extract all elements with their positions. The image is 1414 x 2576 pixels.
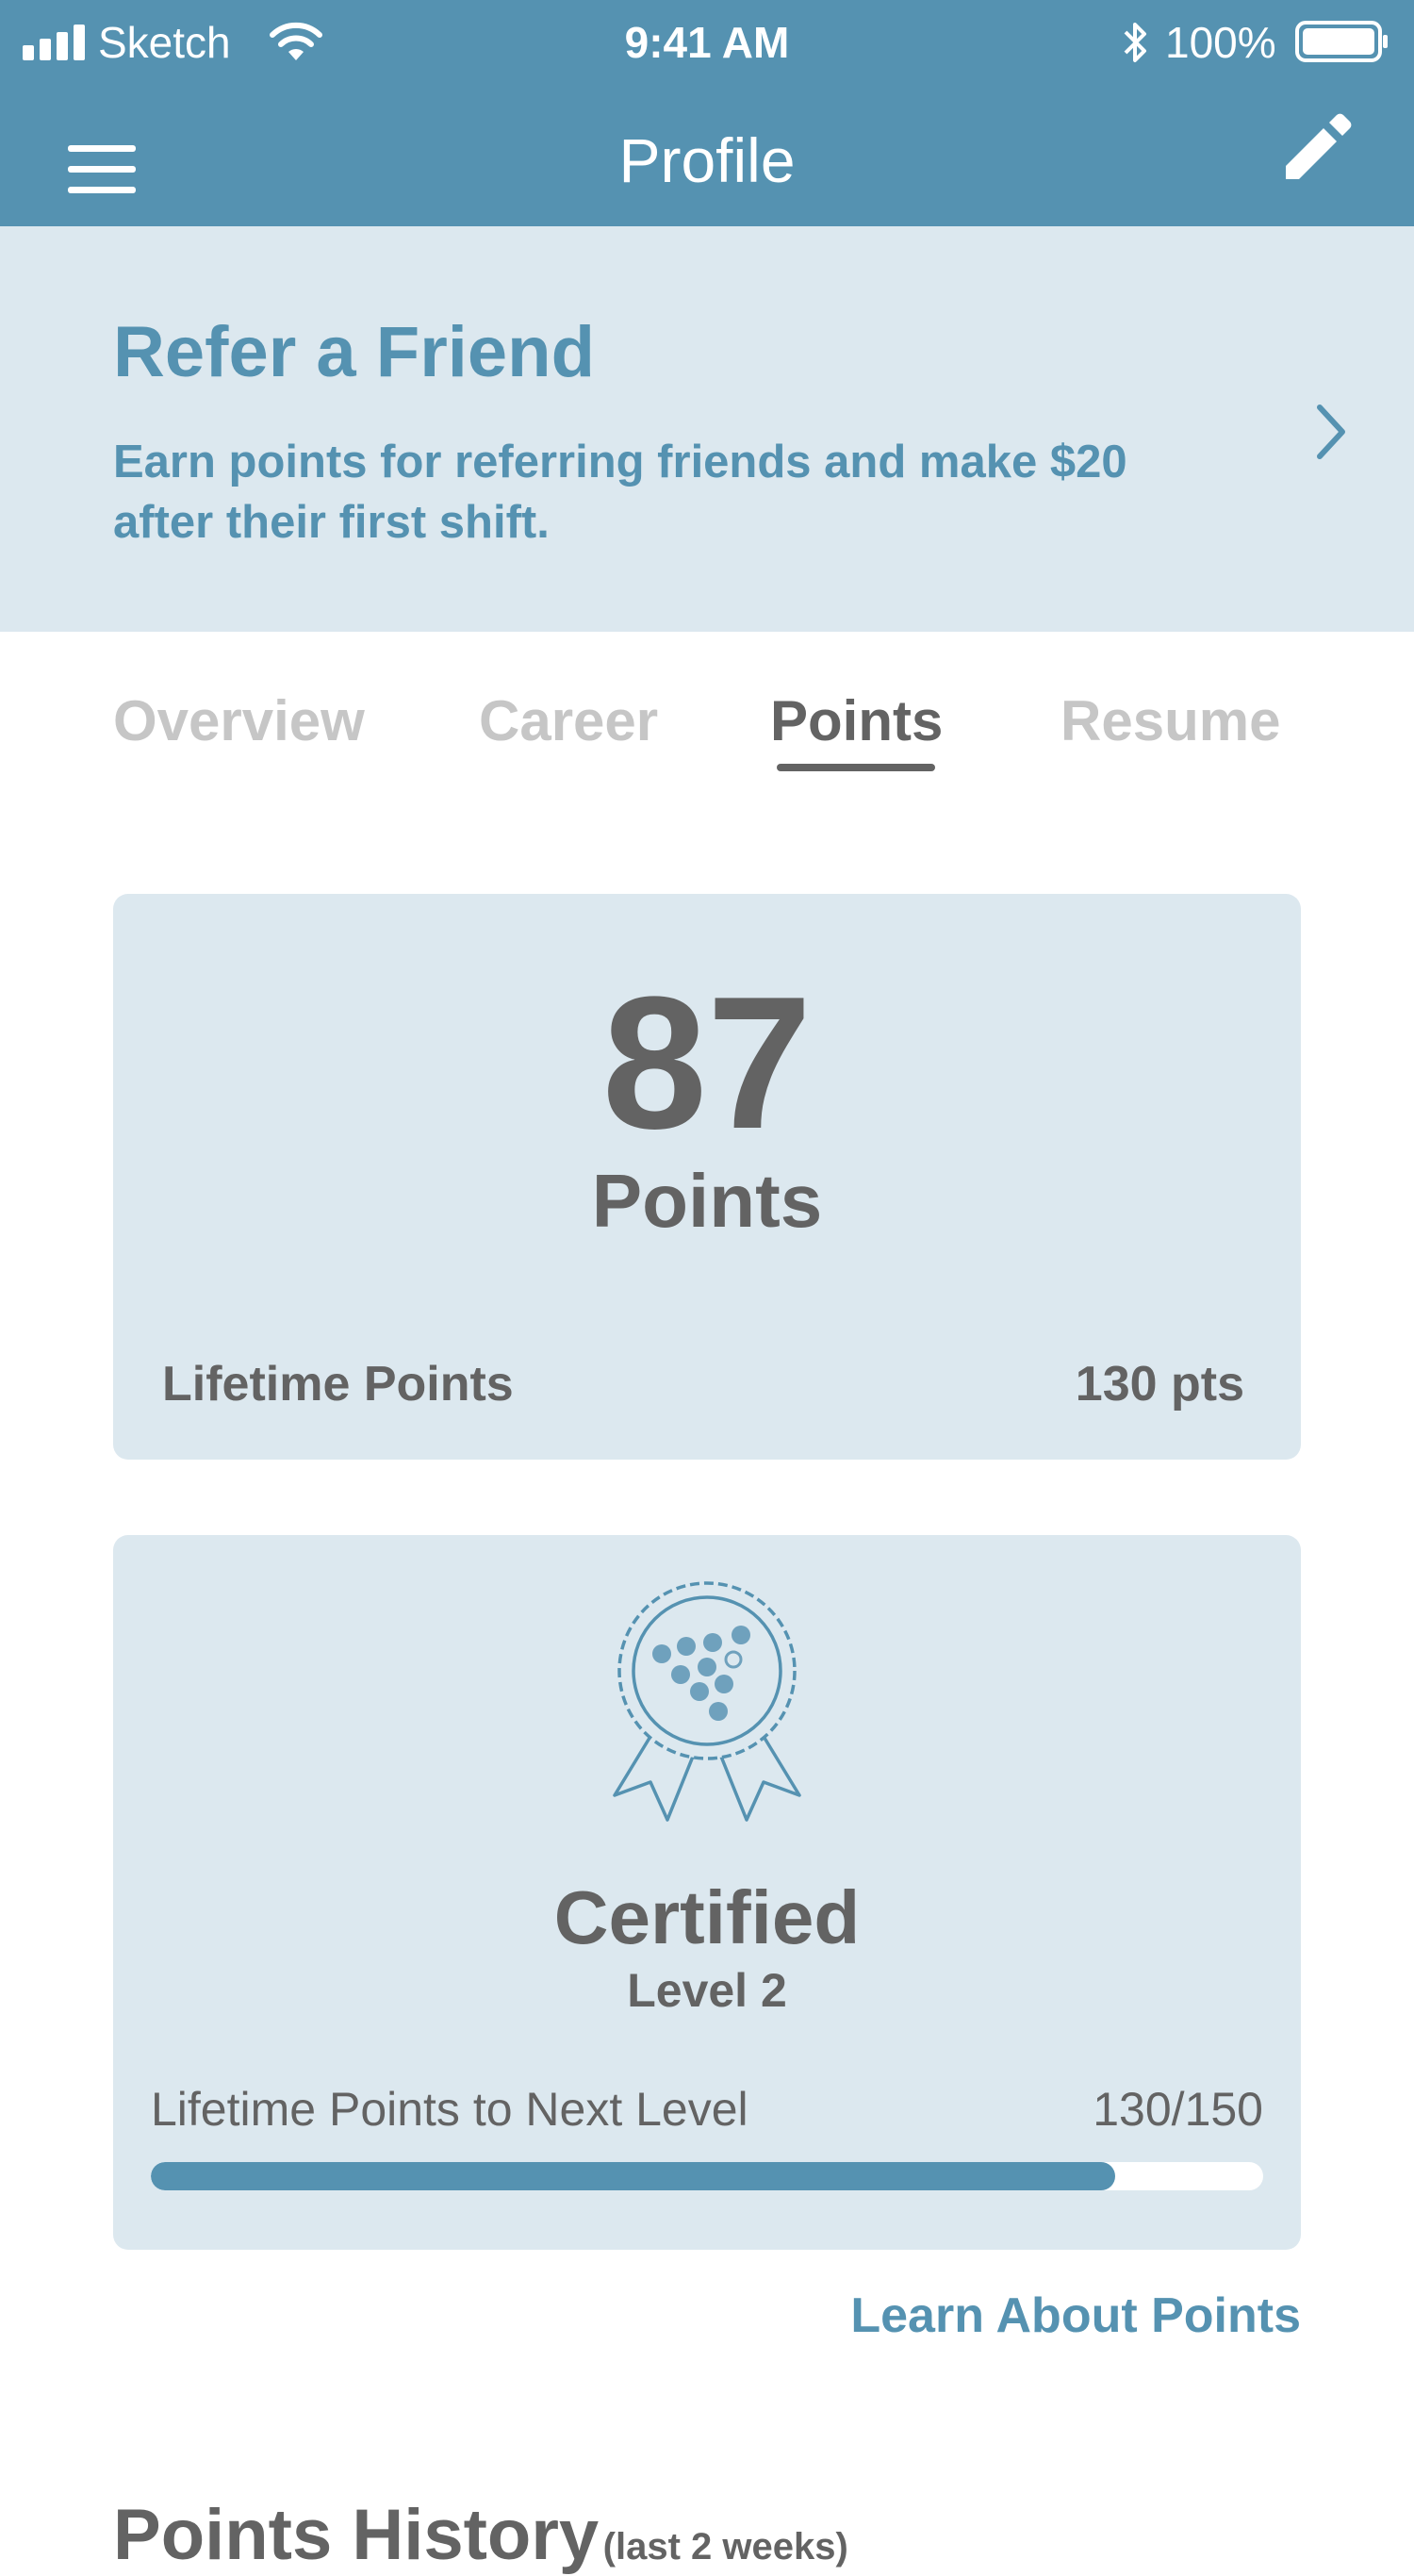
tab-career[interactable]: Career xyxy=(479,688,658,753)
level-card: Certified Level 2 Lifetime Points to Nex… xyxy=(113,1535,1301,2250)
level-progress-bar xyxy=(151,2162,1263,2190)
lifetime-points-label: Lifetime Points xyxy=(162,1357,514,1412)
lifetime-points-value: 130 pts xyxy=(1075,1357,1244,1412)
points-card: 87 Points Lifetime Points 130 pts xyxy=(113,894,1301,1460)
points-history-heading: Points History (last 2 weeks) xyxy=(113,2494,848,2576)
page-title: Profile xyxy=(618,125,796,195)
tab-resume[interactable]: Resume xyxy=(1060,688,1280,753)
refer-description: Earn points for referring friends and ma… xyxy=(113,437,1127,548)
award-ribbon-icon xyxy=(613,1581,801,1822)
refer-title: Refer a Friend xyxy=(113,312,596,392)
progress-label: Lifetime Points to Next Level xyxy=(151,2083,748,2136)
refer-a-friend-banner[interactable]: Refer a Friend Earn points for referring… xyxy=(0,226,1414,632)
learn-about-points-link[interactable]: Learn About Points xyxy=(850,2287,1301,2344)
progress-value: 130/150 xyxy=(1093,2083,1263,2136)
battery-percent: 100% xyxy=(1165,18,1276,67)
points-value: 87 xyxy=(601,958,813,1168)
pencil-icon[interactable] xyxy=(1282,111,1354,183)
active-tab-indicator xyxy=(777,764,935,771)
tab-points[interactable]: Points xyxy=(770,688,943,753)
tab-overview[interactable]: Overview xyxy=(113,688,365,753)
top-bar: Sketch 9:41 AM 100% Profile xyxy=(0,0,1414,226)
history-subtitle: (last 2 weeks) xyxy=(602,2526,848,2568)
battery-icon xyxy=(1295,21,1388,62)
points-label: Points xyxy=(591,1159,823,1243)
level-progress-fill xyxy=(151,2162,1115,2190)
level-title: Certified xyxy=(553,1875,861,1959)
history-title: Points History xyxy=(113,2495,600,2575)
chevron-right-icon xyxy=(1317,405,1345,459)
level-number: Level 2 xyxy=(627,1964,787,2017)
bluetooth-icon xyxy=(1124,23,1146,62)
